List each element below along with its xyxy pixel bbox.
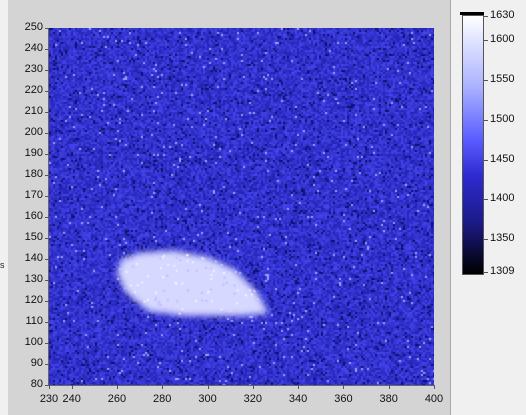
y-tick-mark bbox=[45, 133, 49, 134]
y-tick-label: 230 bbox=[24, 63, 43, 75]
x-tick-label: 380 bbox=[379, 393, 398, 405]
y-tick-label: 220 bbox=[24, 84, 43, 96]
color-scale-tick-label: 1500 bbox=[490, 112, 515, 125]
x-tick-mark bbox=[117, 385, 118, 389]
x-tick-mark bbox=[208, 385, 209, 389]
x-tick-mark bbox=[298, 385, 299, 389]
y-tick-label: 150 bbox=[24, 231, 43, 243]
x-tick-mark bbox=[49, 385, 50, 389]
y-tick-mark bbox=[45, 364, 49, 365]
color-scale-tick-mark bbox=[484, 272, 488, 273]
y-tick-mark bbox=[45, 343, 49, 344]
side-label: s bbox=[0, 260, 5, 270]
y-tick-label: 160 bbox=[24, 210, 43, 222]
y-tick-mark bbox=[45, 28, 49, 29]
color-scale-tick-label: 1600 bbox=[490, 32, 515, 45]
y-tick-label: 110 bbox=[25, 315, 43, 327]
color-scale-tick-mark bbox=[484, 40, 488, 41]
x-tick-mark bbox=[72, 385, 73, 389]
color-scale-tick-label: 1400 bbox=[490, 192, 515, 205]
y-tick-label: 170 bbox=[24, 189, 43, 201]
color-scale-tick-label: 1350 bbox=[490, 232, 515, 245]
color-scale-tick-mark bbox=[484, 199, 488, 200]
x-tick-label: 300 bbox=[198, 393, 217, 405]
x-tick-label: 260 bbox=[107, 393, 127, 405]
y-tick-mark bbox=[45, 91, 49, 92]
x-tick-mark bbox=[343, 385, 344, 389]
x-tick-label: 360 bbox=[334, 393, 353, 405]
y-tick-mark bbox=[45, 175, 49, 176]
y-tick-mark bbox=[45, 49, 49, 50]
x-axis-line bbox=[49, 385, 434, 386]
y-tick-label: 80 bbox=[30, 378, 43, 390]
y-tick-label: 120 bbox=[24, 294, 43, 306]
y-tick-mark bbox=[45, 322, 49, 323]
x-tick-mark bbox=[389, 385, 390, 389]
x-tick-mark bbox=[253, 385, 254, 389]
y-tick-label: 100 bbox=[24, 336, 43, 348]
y-tick-label: 140 bbox=[24, 252, 43, 264]
y-tick-mark bbox=[45, 238, 49, 239]
y-tick-mark bbox=[45, 112, 49, 113]
y-tick-mark bbox=[45, 301, 49, 302]
x-tick-label: 280 bbox=[153, 393, 172, 405]
color-scale-tick-mark bbox=[484, 239, 488, 240]
x-tick-label: 400 bbox=[424, 393, 444, 405]
y-tick-label: 180 bbox=[24, 168, 43, 180]
y-tick-mark bbox=[45, 196, 49, 197]
x-tick-label: 240 bbox=[62, 393, 81, 405]
y-tick-label: 90 bbox=[30, 357, 43, 369]
y-tick-mark bbox=[45, 70, 49, 71]
y-axis-line bbox=[48, 28, 49, 386]
x-tick-label: 320 bbox=[243, 393, 262, 405]
x-tick-mark bbox=[434, 385, 435, 389]
y-tick-label: 200 bbox=[24, 126, 43, 138]
color-scale-tick-mark bbox=[484, 16, 488, 17]
y-tick-label: 240 bbox=[24, 42, 43, 54]
y-tick-mark bbox=[45, 154, 49, 155]
color-scale-tick-label: 1309 bbox=[490, 265, 515, 277]
color-scale-tick-mark bbox=[484, 160, 488, 161]
y-tick-label: 190 bbox=[24, 147, 43, 159]
x-tick-mark bbox=[162, 385, 163, 389]
color-scale-tick-label: 1450 bbox=[490, 152, 515, 165]
color-scale-tick-mark bbox=[484, 80, 488, 81]
x-tick-label: 340 bbox=[288, 393, 308, 405]
y-tick-mark bbox=[45, 217, 49, 218]
intensity-map-plot[interactable] bbox=[49, 28, 434, 385]
y-tick-mark bbox=[45, 280, 49, 281]
y-tick-label: 130 bbox=[24, 273, 43, 285]
color-scale-tick-label: 1550 bbox=[490, 72, 515, 85]
color-scale-tick-label: 1630 bbox=[490, 9, 515, 21]
y-tick-label: 250 bbox=[24, 21, 43, 33]
y-tick-label: 210 bbox=[24, 105, 43, 117]
color-scale-tick-mark bbox=[484, 120, 488, 121]
color-scale-bar[interactable] bbox=[462, 15, 484, 275]
y-tick-mark bbox=[45, 259, 49, 260]
